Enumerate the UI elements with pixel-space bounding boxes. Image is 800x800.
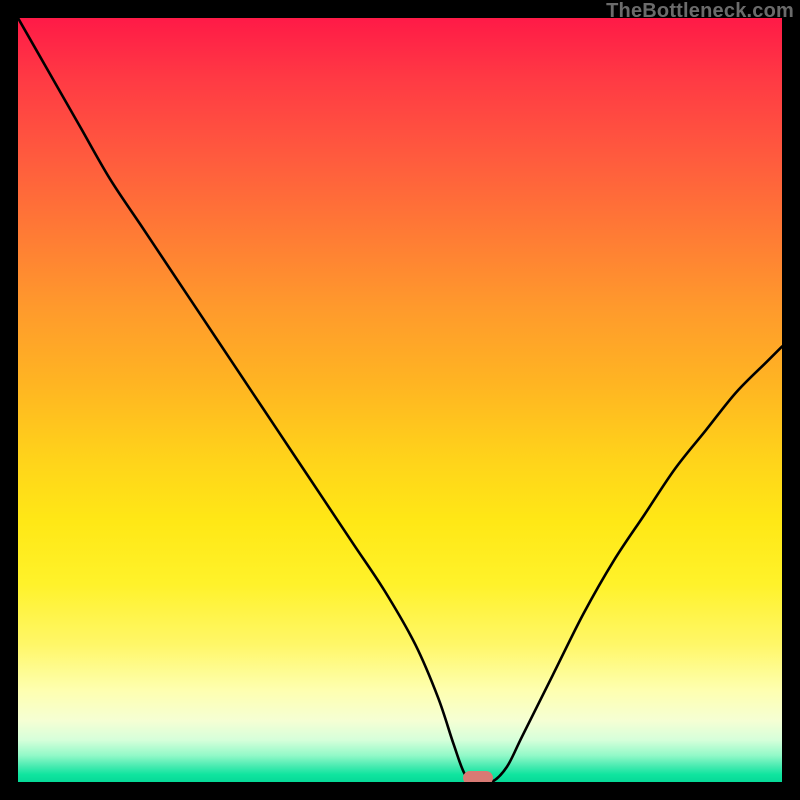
plot-area bbox=[18, 18, 782, 782]
chart-frame: TheBottleneck.com bbox=[0, 0, 800, 800]
optimal-point-marker bbox=[463, 771, 493, 782]
bottleneck-curve bbox=[18, 18, 782, 782]
